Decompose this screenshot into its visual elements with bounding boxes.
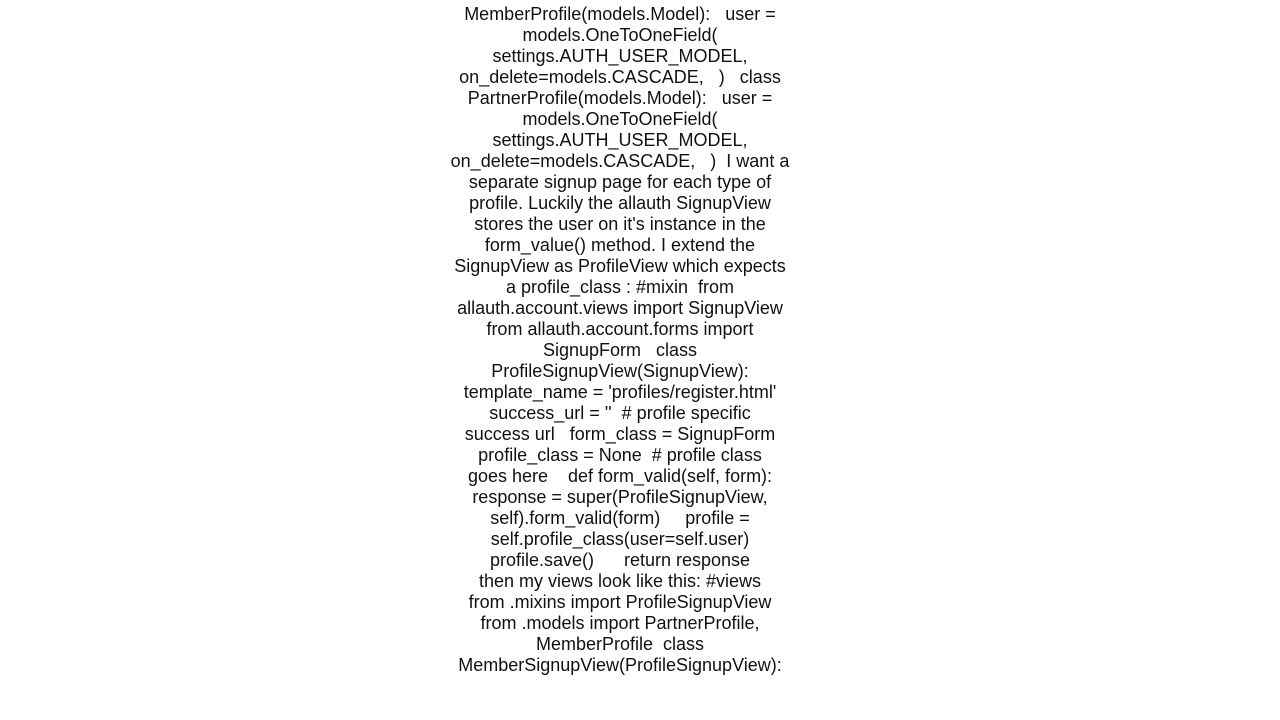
text-line: settings.AUTH_USER_MODEL,: [492, 46, 748, 66]
text-line: response = super(ProfileSignupView,: [472, 487, 768, 507]
text-line: form_value() method. I extend the: [484, 235, 756, 255]
text-line: self.profile_class(user=self.user): [490, 529, 750, 549]
text-line: self).form_valid(form) profile =: [490, 508, 750, 528]
text-line: SignupForm class: [542, 340, 698, 360]
text-line: profile_class = None # profile class: [478, 445, 762, 465]
text-line: from allauth.account.forms import: [486, 319, 754, 339]
text-line: on_delete=models.CASCADE, ) I want a: [450, 151, 790, 171]
text-line: from .mixins import ProfileSignupView: [468, 592, 772, 612]
text-line: profile.save() return response: [489, 550, 751, 570]
text-line: ProfileSignupView(SignupView):: [491, 361, 749, 381]
text-line: SignupView as ProfileView which expects: [454, 256, 786, 276]
text-line: success url form_class = SignupForm: [464, 424, 776, 444]
text-line: success_url = '/member/profile/': [440, 676, 800, 678]
text-line: MemberProfile(models.Model): user =: [464, 4, 776, 24]
text-line: models.OneToOneField(: [522, 109, 718, 129]
text-line: allauth.account.views import SignupView: [457, 298, 783, 318]
text-line: separate signup page for each type of: [468, 172, 772, 192]
text-line: stores the user on it's instance in the: [474, 214, 766, 234]
document-viewport: classMemberProfile(models.Model): user =…: [440, 0, 800, 678]
text-line: models.OneToOneField(: [522, 25, 718, 45]
text-line: MemberProfile class: [535, 634, 705, 654]
text-line: goes here def form_valid(self, form):: [467, 466, 773, 486]
text-line: MemberSignupView(ProfileSignupView):: [458, 655, 782, 675]
text-line: settings.AUTH_USER_MODEL,: [492, 130, 748, 150]
document-text: classMemberProfile(models.Model): user =…: [440, 0, 800, 678]
text-line: then my views look like this: #views: [478, 571, 762, 591]
text-line: PartnerProfile(models.Model): user =: [467, 88, 773, 108]
text-line: from .models import PartnerProfile,: [480, 613, 760, 633]
text-line: profile. Luckily the allauth SignupView: [469, 193, 771, 213]
text-line: a profile_class : #mixin from: [505, 277, 735, 297]
text-line: on_delete=models.CASCADE, ) class: [459, 67, 781, 87]
text-line: template_name = 'profiles/register.html': [463, 382, 777, 402]
text-line: success_url = '' # profile specific: [489, 403, 751, 423]
